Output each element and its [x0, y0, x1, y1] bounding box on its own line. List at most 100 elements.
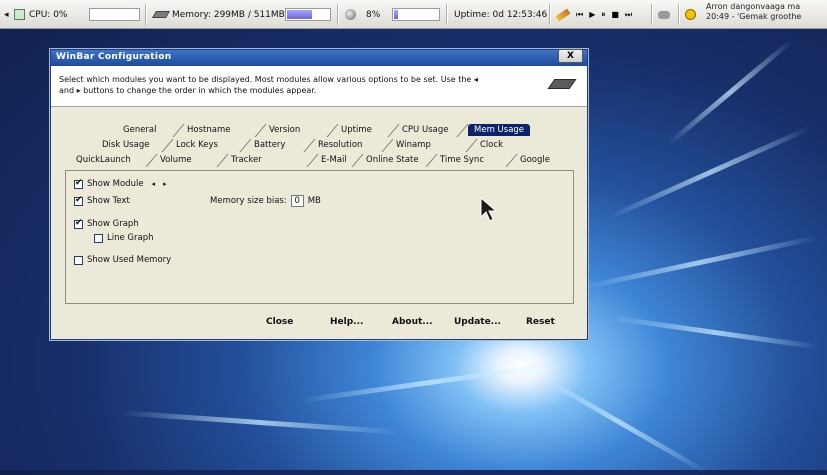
- online-state-module[interactable]: [658, 5, 670, 24]
- light-streak: [667, 39, 793, 146]
- show-text-checkbox[interactable]: [74, 195, 83, 206]
- tab-separator: [351, 154, 364, 167]
- memory-bias-input[interactable]: 0: [290, 195, 304, 207]
- show-graph-label: Show Graph: [87, 219, 139, 229]
- tab-cpu-usage[interactable]: CPU Usage: [399, 124, 451, 136]
- tab-separator: [465, 139, 478, 152]
- tab-time-sync[interactable]: Time Sync: [437, 154, 487, 166]
- disk-module[interactable]: 8%: [345, 5, 380, 24]
- tab-separator: [172, 124, 185, 137]
- move-left-icon[interactable]: ◂: [152, 180, 156, 188]
- show-module-checkbox[interactable]: [74, 178, 83, 189]
- tab-winamp[interactable]: Winamp: [393, 139, 434, 151]
- tray-ticker-line1: Arron dangonvaaga ma: [706, 2, 801, 11]
- winbar-taskbar: ◂ CPU: 0% Memory: 299MB / 511MB 8% Uptim…: [0, 0, 827, 29]
- disk-label: 8%: [366, 9, 381, 20]
- memory-bias-unit: MB: [307, 196, 321, 206]
- tab-separator: [254, 124, 267, 137]
- tab-battery[interactable]: Battery: [251, 139, 288, 151]
- tab-separator: [326, 124, 339, 137]
- next-track-icon[interactable]: ⏭: [625, 10, 632, 20]
- memory-bias-option: Memory size bias: 0 MB: [210, 195, 321, 207]
- show-module-label: Show Module: [87, 179, 144, 189]
- tab-clock[interactable]: Clock: [477, 139, 506, 151]
- tab-separator: [456, 124, 469, 137]
- dialog-titlebar[interactable]: WinBar Configuration X: [51, 49, 587, 66]
- winbar-configuration-dialog: WinBar Configuration X Select which modu…: [50, 49, 588, 340]
- dialog-description: Select which modules you want to be disp…: [59, 75, 478, 95]
- close-button[interactable]: Close: [266, 317, 293, 327]
- memory-meter-fill: [287, 10, 312, 19]
- tab-quicklaunch[interactable]: QuickLaunch: [73, 154, 134, 166]
- tab-resolution[interactable]: Resolution: [315, 139, 365, 151]
- tab-separator: [306, 154, 319, 167]
- about-button[interactable]: About...: [392, 317, 433, 327]
- help-button[interactable]: Help...: [330, 317, 363, 327]
- light-streak: [532, 370, 708, 475]
- line-graph-checkbox[interactable]: [94, 233, 103, 243]
- tab-lock-keys[interactable]: Lock Keys: [173, 139, 221, 151]
- show-text-label: Show Text: [87, 196, 130, 206]
- taskbar-separator: [446, 4, 448, 25]
- tab-disk-usage[interactable]: Disk Usage: [99, 139, 152, 151]
- cpu-module[interactable]: CPU: 0%: [14, 5, 67, 24]
- show-used-memory-option[interactable]: Show Used Memory: [74, 255, 171, 265]
- winamp-icon[interactable]: [555, 8, 571, 21]
- reset-button[interactable]: Reset: [526, 317, 555, 327]
- show-graph-option[interactable]: Show Graph: [74, 218, 139, 229]
- smiley-icon: [685, 9, 696, 20]
- tray-ticker[interactable]: Arron dangonvaaga ma 20:49 - 'Gemak groo…: [706, 2, 824, 26]
- light-streak: [300, 361, 560, 404]
- taskbar-separator: [678, 4, 680, 25]
- tab-separator: [505, 154, 518, 167]
- tab-google[interactable]: Google: [517, 154, 553, 166]
- uptime-label: Uptime: 0d 12:53:46: [454, 9, 548, 20]
- tab-e-mail[interactable]: E-Mail: [318, 154, 350, 166]
- tab-hostname[interactable]: Hostname: [184, 124, 233, 136]
- line-graph-option[interactable]: Line Graph: [94, 233, 154, 243]
- tab-version[interactable]: Version: [266, 124, 303, 136]
- winamp-controls: ⏮ ▶ ⏸ ■ ⏭: [555, 5, 632, 24]
- light-streak: [582, 235, 818, 290]
- memory-chip-icon: [547, 79, 577, 89]
- disk-meter-fill: [394, 10, 398, 19]
- pause-icon[interactable]: ⏸: [601, 10, 605, 20]
- show-used-memory-label: Show Used Memory: [87, 255, 172, 265]
- light-streak: [120, 410, 400, 435]
- taskbar-separator: [145, 4, 147, 25]
- show-text-option[interactable]: Show Text: [74, 195, 130, 206]
- light-streak: [610, 315, 820, 350]
- stop-icon[interactable]: ■: [611, 10, 619, 19]
- tab-separator: [387, 124, 400, 137]
- tab-general[interactable]: General: [120, 124, 160, 136]
- tab-mem-usage[interactable]: Mem Usage: [468, 124, 531, 136]
- tracker-module[interactable]: [685, 5, 696, 24]
- tab-separator: [381, 139, 394, 152]
- show-used-memory-checkbox[interactable]: [74, 255, 83, 265]
- mem-usage-options-panel: Show Module ◂ ▸ Show Text Memory size bi…: [65, 170, 574, 304]
- tab-separator: [303, 139, 316, 152]
- tab-uptime[interactable]: Uptime: [338, 124, 375, 136]
- play-icon[interactable]: ▶: [589, 10, 595, 19]
- tab-tracker[interactable]: Tracker: [228, 154, 265, 166]
- tab-separator: [216, 154, 229, 167]
- show-graph-checkbox[interactable]: [74, 218, 83, 229]
- taskbar-left-arrow-icon[interactable]: ◂: [4, 5, 9, 24]
- tab-volume[interactable]: Volume: [157, 154, 195, 166]
- line-graph-label: Line Graph: [107, 233, 154, 243]
- close-window-button[interactable]: X: [558, 49, 583, 63]
- tab-separator: [161, 139, 174, 152]
- light-streak: [608, 125, 812, 220]
- uptime-module[interactable]: Uptime: 0d 12:53:46: [454, 5, 547, 24]
- memory-module[interactable]: Memory: 299MB / 511MB: [151, 5, 285, 24]
- memory-chip-icon: [151, 11, 171, 18]
- dialog-title: WinBar Configuration: [56, 52, 172, 62]
- tab-online-state[interactable]: Online State: [363, 154, 422, 166]
- show-module-option[interactable]: Show Module ◂ ▸: [74, 178, 167, 189]
- previous-track-icon[interactable]: ⏮: [576, 10, 583, 20]
- update-button[interactable]: Update...: [454, 317, 501, 327]
- move-right-icon[interactable]: ▸: [163, 180, 167, 188]
- mouse-cursor-icon: [480, 197, 498, 222]
- tray-ticker-line2: 20:49 - 'Gemak groothe: [706, 12, 802, 21]
- taskbar-separator: [651, 4, 653, 25]
